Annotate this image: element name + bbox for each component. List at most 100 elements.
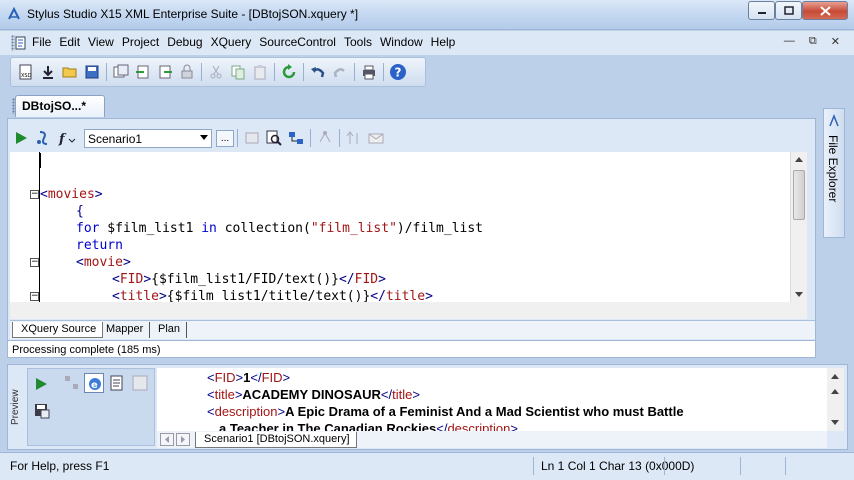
fold-collapse-icon[interactable]: −: [30, 190, 39, 199]
menu-file[interactable]: File: [32, 35, 55, 49]
code-line: return: [76, 238, 123, 253]
menu-help[interactable]: Help: [427, 35, 460, 49]
mail-icon[interactable]: [367, 129, 385, 147]
stylus-studio-app-icon: [8, 7, 20, 20]
file-explorer-label[interactable]: File Explorer: [826, 135, 840, 202]
tab-xquery-source[interactable]: XQuery Source: [12, 322, 104, 338]
document-icon[interactable]: [15, 36, 27, 50]
refresh-icon[interactable]: [280, 63, 298, 81]
code-line: for $film_list1 in collection("film_list…: [76, 221, 483, 236]
editor-vertical-scrollbar[interactable]: [790, 152, 807, 302]
mdi-restore-icon[interactable]: ⧉: [809, 35, 817, 48]
show-source-icon[interactable]: [243, 129, 261, 147]
export-icon[interactable]: [156, 63, 174, 81]
find-icon[interactable]: [265, 129, 283, 147]
paste-icon[interactable]: [251, 63, 269, 81]
scroll-down-icon[interactable]: [795, 292, 803, 298]
cut-icon[interactable]: [207, 63, 225, 81]
maximize-button[interactable]: [775, 1, 802, 20]
maximize-icon: [783, 6, 794, 15]
close-button[interactable]: [802, 1, 848, 20]
editor-horizontal-scrollbar[interactable]: [10, 302, 807, 319]
status-divider: [533, 457, 534, 475]
code-line: <movie>: [76, 255, 131, 270]
toolbar-separator: [303, 63, 304, 81]
tab-plan[interactable]: Plan: [150, 322, 188, 338]
file-explorer-icon: [829, 114, 839, 127]
toolbar-separator: [274, 63, 275, 81]
preview-vertical-scrollbar[interactable]: [827, 368, 844, 431]
toolbar-separator: [383, 63, 384, 81]
save-icon[interactable]: [83, 63, 101, 81]
svg-text:e: e: [91, 380, 98, 391]
fold-collapse-icon[interactable]: −: [30, 292, 39, 301]
redo-icon[interactable]: [331, 63, 349, 81]
function-icon[interactable]: f: [56, 129, 80, 147]
toolbar-separator: [106, 63, 107, 81]
menu-window[interactable]: Window: [376, 35, 427, 49]
preview-line: a Teacher in The Canadian Rockies</descr…: [219, 420, 518, 431]
browser-view-icon: e: [89, 378, 101, 391]
xml-view-icon[interactable]: [132, 375, 148, 391]
scroll-up-icon[interactable]: [795, 156, 803, 162]
tab-preview-scenario[interactable]: Scenario1 [DBtojSON.xquery]: [195, 432, 357, 448]
tab-scroll-right-icon[interactable]: [176, 433, 190, 446]
scenario-select[interactable]: Scenario1: [84, 128, 212, 148]
tree-view-icon[interactable]: [64, 375, 80, 391]
menu-debug[interactable]: Debug: [163, 35, 206, 49]
help-icon[interactable]: ?: [389, 63, 407, 81]
mdi-minimize-icon[interactable]: —: [784, 35, 795, 48]
scenario-select-value: Scenario1: [88, 131, 143, 146]
fold-collapse-icon[interactable]: −: [30, 258, 39, 267]
code-line: [40, 152, 41, 169]
new-xsd-icon[interactable]: XSD: [17, 63, 35, 81]
code-line: {: [76, 204, 84, 219]
processing-status: Processing complete (185 ms): [7, 340, 816, 358]
schema-icon[interactable]: [287, 129, 305, 147]
xquery-code-editor[interactable]: − <movies> { for $film_list1 in collecti…: [10, 152, 790, 302]
run-icon[interactable]: [12, 129, 30, 147]
tab-mapper[interactable]: Mapper: [98, 322, 151, 338]
cursor-position: Ln 1 Col 1 Char 13 (0x000D): [541, 459, 695, 473]
document-tab[interactable]: DBtojSO...*: [12, 95, 105, 117]
code-line: <title>{$film list1/title/text()}</title…: [112, 289, 433, 302]
preview-output[interactable]: <FID>1</FID> <title>ACADEMY DINOSAUR</ti…: [157, 368, 827, 431]
minimize-button[interactable]: [748, 1, 775, 20]
copy-icon[interactable]: [229, 63, 247, 81]
scroll-up-icon[interactable]: [831, 388, 839, 394]
mdi-close-icon[interactable]: ✕: [831, 35, 840, 48]
scrollbar-thumb[interactable]: [793, 170, 805, 220]
menu-xquery[interactable]: XQuery: [207, 35, 256, 49]
tab-scroll-left-icon[interactable]: [160, 433, 174, 446]
scroll-down-icon[interactable]: [831, 420, 839, 426]
menu-tools[interactable]: Tools: [340, 35, 376, 49]
copy-window-icon[interactable]: [112, 63, 130, 81]
menu-project[interactable]: Project: [118, 35, 163, 49]
save-output-icon[interactable]: [34, 403, 50, 419]
close-icon: [819, 5, 831, 16]
document-tab-label: DBtojSO...*: [22, 99, 87, 113]
svg-text:?: ?: [395, 66, 402, 80]
sort-icon[interactable]: [345, 129, 363, 147]
download-icon[interactable]: [39, 63, 57, 81]
menu-sourcecontrol[interactable]: SourceControl: [255, 35, 340, 49]
code-line: <FID>{$film_list1/FID/text()}</FID>: [112, 272, 386, 287]
lock-icon[interactable]: [178, 63, 196, 81]
svg-text:f: f: [58, 132, 67, 146]
menu-view[interactable]: View: [84, 35, 118, 49]
import-icon[interactable]: [134, 63, 152, 81]
undo-icon[interactable]: [309, 63, 327, 81]
browser-view-button[interactable]: e: [84, 373, 104, 393]
source-tabs: XQuery Source Mapper Plan: [10, 320, 815, 339]
debug-step-icon[interactable]: [34, 129, 52, 147]
print-icon[interactable]: [360, 63, 378, 81]
text-view-icon[interactable]: [110, 375, 124, 391]
tree-icon[interactable]: [316, 129, 334, 147]
menu-edit[interactable]: Edit: [55, 35, 84, 49]
preview-run-icon[interactable]: [34, 377, 48, 391]
scroll-up-icon[interactable]: [831, 373, 839, 379]
open-folder-icon[interactable]: [61, 63, 79, 81]
code-token: movies: [47, 187, 95, 202]
preview-description-value: A Epic Drama of a Feminist And a Mad Sci…: [285, 404, 684, 419]
scenario-settings-button[interactable]: ...: [216, 129, 234, 147]
